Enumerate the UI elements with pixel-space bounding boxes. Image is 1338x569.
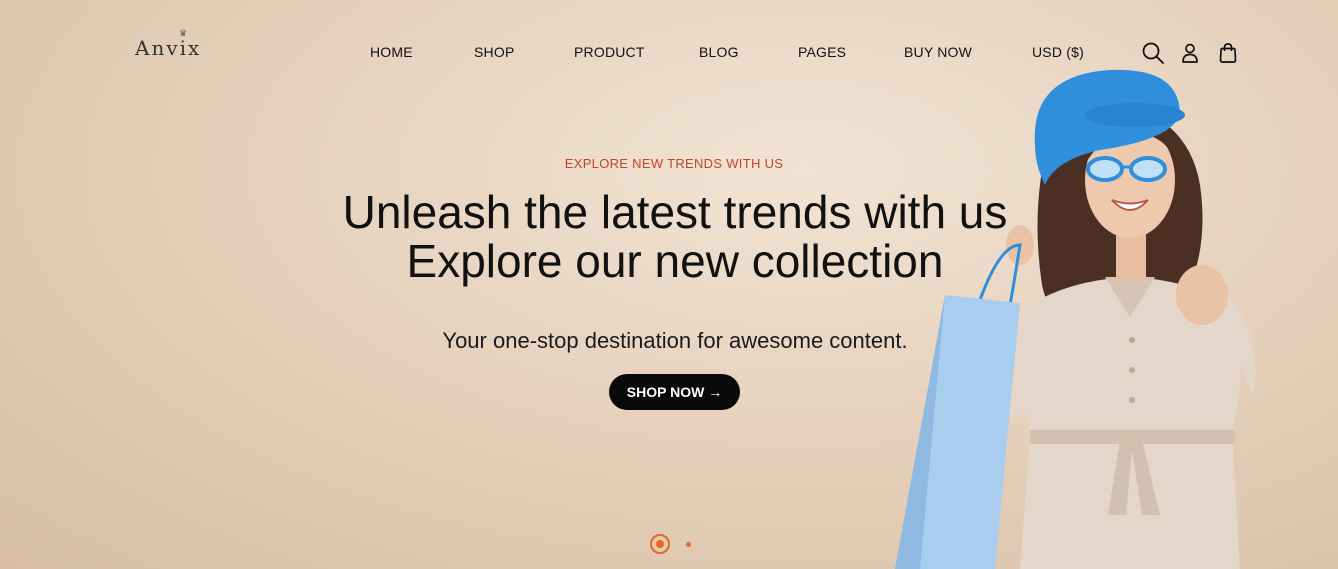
brand-logo-text: Anvix [135,36,202,60]
nav-shop[interactable]: SHOP [474,44,514,60]
nav-product[interactable]: PRODUCT [574,44,645,60]
nav-pages[interactable]: PAGES [798,44,846,60]
brand-logo[interactable]: Anvix ♛ [135,29,202,60]
hero-model-image [895,69,1256,569]
nav-blog[interactable]: BLOG [699,44,739,60]
crown-icon: ♛ [179,29,190,39]
slider-pagination [650,534,700,554]
hero-headline-line2: Explore our new collection [406,235,944,287]
shop-now-button[interactable]: SHOP NOW → [609,374,740,410]
nav-home[interactable]: HOME [370,44,413,60]
slide-dot-1[interactable] [650,534,670,554]
slide-dot-2[interactable] [686,542,691,547]
